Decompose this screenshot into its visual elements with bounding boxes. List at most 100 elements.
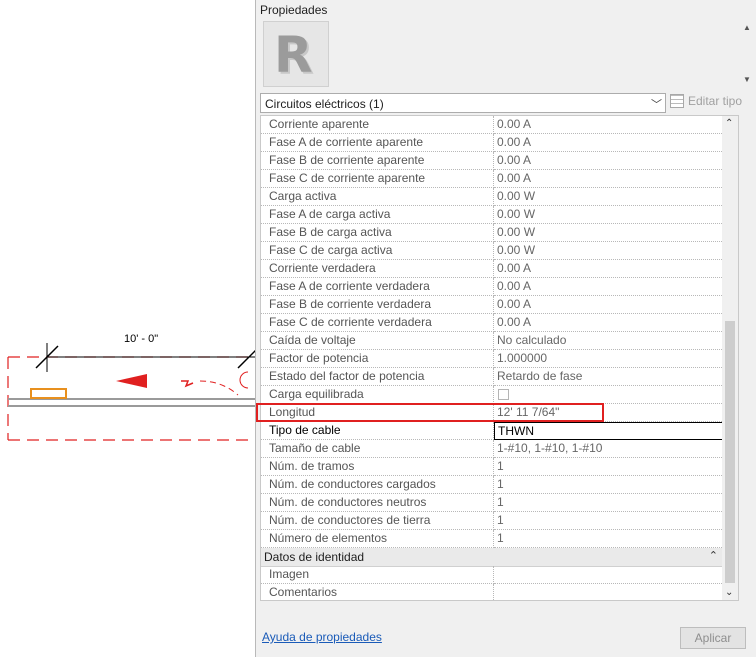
properties-panel: Propiedades R ▲ ▼ Circuitos eléctricos (… [255, 0, 756, 657]
chevron-down-icon[interactable]: ▼ [740, 73, 754, 87]
property-value[interactable]: 1 [494, 530, 724, 548]
property-row[interactable]: Núm. de conductores neutros 1 [261, 494, 738, 512]
balanced-load-checkbox[interactable] [498, 389, 509, 400]
property-value[interactable]: 1-#10, 1-#10, 1-#10 [494, 440, 724, 458]
property-name: Fase C de corriente verdadera [261, 314, 494, 332]
property-name: Factor de potencia [261, 350, 494, 368]
property-value[interactable]: THWN [494, 422, 724, 440]
scrollbar-thumb[interactable] [725, 321, 735, 583]
dimension-label: 10' - 0" [124, 333, 159, 345]
property-value[interactable]: 0.00 A [494, 152, 724, 170]
property-value[interactable]: 0.00 A [494, 134, 724, 152]
preview-scrollbar[interactable]: ▲ ▼ [740, 21, 754, 87]
property-value[interactable]: 0.00 W [494, 188, 724, 206]
apply-button[interactable]: Aplicar [680, 627, 746, 649]
group-header-identity[interactable]: Datos de identidad ⌃ [261, 548, 738, 567]
property-row[interactable]: Fase B de carga activa 0.00 W [261, 224, 738, 242]
property-row[interactable]: Fase C de corriente verdadera 0.00 A [261, 314, 738, 332]
property-value[interactable]: 0.00 A [494, 278, 724, 296]
property-value[interactable]: 0.00 A [494, 116, 724, 134]
property-row[interactable]: Caída de voltaje No calculado [261, 332, 738, 350]
property-row[interactable]: Fase B de corriente verdadera 0.00 A [261, 296, 738, 314]
property-value[interactable] [494, 386, 724, 404]
property-name: Tipo de cable [261, 422, 494, 440]
property-value[interactable]: 0.00 W [494, 206, 724, 224]
property-name: Comentarios [261, 584, 494, 600]
property-name: Fase A de corriente verdadera [261, 278, 494, 296]
property-row[interactable]: Fase A de carga activa 0.00 W [261, 206, 738, 224]
property-name: Corriente verdadera [261, 260, 494, 278]
property-row[interactable]: Fase A de corriente aparente 0.00 A [261, 134, 738, 152]
property-row[interactable]: Corriente aparente 0.00 A [261, 116, 738, 134]
chevron-up-icon[interactable]: ▲ [740, 21, 754, 35]
property-name: Fase A de carga activa [261, 206, 494, 224]
property-row[interactable]: Fase A de corriente verdadera 0.00 A [261, 278, 738, 296]
edit-type-icon [670, 94, 684, 108]
properties-scrollbar[interactable]: ⌃ ⌄ [722, 116, 738, 600]
property-value[interactable]: No calculado [494, 332, 724, 350]
property-row[interactable]: Fase C de carga activa 0.00 W [261, 242, 738, 260]
property-value[interactable] [494, 566, 724, 584]
property-name: Estado del factor de potencia [261, 368, 494, 386]
help-link[interactable]: Ayuda de propiedades [262, 630, 382, 644]
properties-grid: Corriente aparente 0.00 A Fase A de corrie… [260, 115, 739, 601]
group-title: Datos de identidad [264, 550, 365, 564]
property-row[interactable]: Tipo de cable THWN [261, 422, 738, 440]
property-row[interactable]: Núm. de conductores de tierra 1 [261, 512, 738, 530]
property-name: Fase B de carga activa [261, 224, 494, 242]
type-selector-value: Circuitos eléctricos (1) [265, 97, 384, 111]
collapse-icon[interactable]: ⌃ [709, 549, 718, 562]
property-value[interactable] [494, 584, 724, 600]
panel-title: Propiedades [260, 3, 328, 17]
property-name: Fase B de corriente aparente [261, 152, 494, 170]
property-row[interactable]: Núm. de conductores cargados 1 [261, 476, 738, 494]
scroll-up-icon[interactable]: ⌃ [725, 118, 733, 129]
property-value[interactable]: 1 [494, 458, 724, 476]
chevron-down-icon[interactable]: ﹀ [651, 96, 662, 112]
property-row[interactable]: Fase B de corriente aparente 0.00 A [261, 152, 738, 170]
property-name: Carga activa [261, 188, 494, 206]
edit-type-button[interactable]: Editar tipo [670, 94, 742, 108]
property-name: Imagen [261, 566, 494, 584]
property-row[interactable]: Estado del factor de potencia Retardo de … [261, 368, 738, 386]
property-value[interactable]: 1.000000 [494, 350, 724, 368]
property-row[interactable]: Núm. de tramos 1 [261, 458, 738, 476]
property-row[interactable]: Factor de potencia 1.000000 [261, 350, 738, 368]
property-value[interactable]: 0.00 A [494, 314, 724, 332]
longitud-highlight-box [256, 403, 604, 422]
property-value[interactable]: 0.00 W [494, 224, 724, 242]
property-row[interactable]: Comentarios [261, 584, 738, 600]
property-name: Tamaño de cable [261, 440, 494, 458]
property-value[interactable]: 1 [494, 512, 724, 530]
property-name: Núm. de conductores neutros [261, 494, 494, 512]
property-row[interactable]: Fase C de corriente aparente 0.00 A [261, 170, 738, 188]
property-row[interactable]: Carga equilibrada [261, 386, 738, 404]
property-value[interactable]: 1 [494, 494, 724, 512]
property-row[interactable]: Carga activa 0.00 W [261, 188, 738, 206]
property-name: Caída de voltaje [261, 332, 494, 350]
property-name: Carga equilibrada [261, 386, 494, 404]
property-name: Fase C de corriente aparente [261, 170, 494, 188]
floor-plan-drawing [7, 343, 256, 441]
property-name: Núm. de conductores cargados [261, 476, 494, 494]
property-value[interactable]: 0.00 A [494, 296, 724, 314]
type-selector-dropdown[interactable]: Circuitos eléctricos (1) ﹀ [260, 93, 666, 113]
property-row[interactable]: Tamaño de cable 1-#10, 1-#10, 1-#10 [261, 440, 738, 458]
property-name: Fase C de carga activa [261, 242, 494, 260]
drawing-canvas[interactable]: 10' - 0" [0, 0, 256, 657]
property-name: Fase A de corriente aparente [261, 134, 494, 152]
property-row[interactable]: Número de elementos 1 [261, 530, 738, 548]
type-preview-image: R [263, 21, 329, 87]
scroll-down-icon[interactable]: ⌄ [725, 587, 733, 598]
property-value[interactable]: Retardo de fase [494, 368, 724, 386]
property-name: Fase B de corriente verdadera [261, 296, 494, 314]
property-name: Corriente aparente [261, 116, 494, 134]
property-row[interactable]: Imagen [261, 566, 738, 584]
property-value[interactable]: 0.00 A [494, 170, 724, 188]
property-value[interactable]: 0.00 A [494, 260, 724, 278]
property-row[interactable]: Corriente verdadera 0.00 A [261, 260, 738, 278]
property-value[interactable]: 0.00 W [494, 242, 724, 260]
property-name: Núm. de conductores de tierra [261, 512, 494, 530]
revit-logo: R [274, 26, 313, 84]
property-value[interactable]: 1 [494, 476, 724, 494]
